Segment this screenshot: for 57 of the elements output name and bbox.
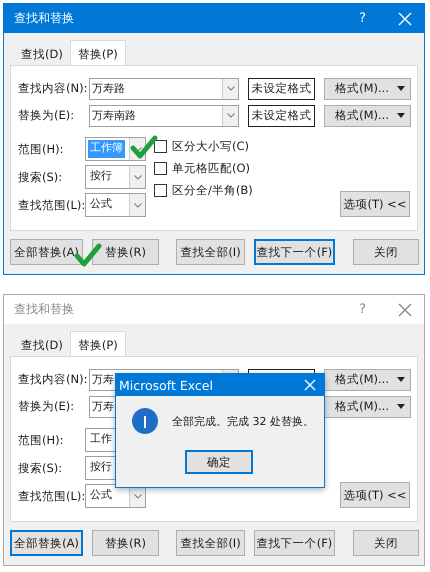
field-label: 查找内容(N):	[18, 372, 88, 387]
option-label: 搜索(S):	[18, 460, 64, 476]
help-button[interactable]: ?	[359, 302, 366, 317]
format-button[interactable]: 格式(M)...	[324, 104, 411, 126]
dialog-button[interactable]: 关闭	[353, 239, 419, 265]
chevron-down-icon[interactable]	[134, 494, 142, 498]
dialog-button[interactable]: 替换(R)	[92, 530, 159, 556]
checkbox[interactable]: 区分全/半角(B)	[154, 183, 253, 197]
format-preview: 未设定格式	[248, 104, 315, 126]
help-button[interactable]: ?	[359, 11, 366, 26]
dialog-button[interactable]: 查找全部(I)	[176, 530, 245, 556]
combo-box[interactable]: 公式	[85, 193, 146, 217]
tab[interactable]: 查找(D)	[14, 334, 70, 356]
dialog-button[interactable]: 查找全部(I)	[176, 239, 245, 265]
dialog-button[interactable]: 全部替换(A)	[10, 530, 83, 556]
message-title: Microsoft Excel	[119, 378, 213, 392]
format-button[interactable]: 格式(M)...	[324, 396, 411, 418]
chevron-down-icon[interactable]	[226, 86, 234, 91]
option-label: 范围(H):	[18, 142, 64, 156]
close-icon[interactable]	[398, 302, 412, 316]
window-title: 查找和替换	[14, 301, 75, 318]
chevron-down-icon[interactable]	[134, 174, 142, 180]
caret-icon	[397, 377, 405, 382]
window-title: 查找和替换	[14, 10, 75, 27]
checkbox[interactable]: 单元格匹配(O)	[154, 161, 253, 175]
caret-icon	[397, 113, 405, 118]
field-label: 查找内容(N):	[18, 81, 88, 96]
dialog-button[interactable]: 查找下一个(F)	[254, 530, 335, 556]
caret-icon	[397, 404, 405, 409]
dialog-button[interactable]: 查找下一个(F)	[254, 239, 335, 265]
tab[interactable]: 替换(P)	[70, 331, 126, 356]
options-button[interactable]: 选项(T) <<	[340, 191, 410, 217]
combo-box[interactable]: 公式	[85, 484, 146, 508]
format-button[interactable]: 格式(M)...	[324, 368, 411, 390]
chevron-down-icon[interactable]	[134, 202, 142, 208]
chevron-down-icon[interactable]	[226, 113, 234, 118]
format-preview: 未设定格式	[248, 78, 315, 100]
option-label: 搜索(S):	[18, 170, 64, 184]
options-button[interactable]: 选项(T) <<	[340, 482, 410, 508]
message-text: 全部完成。完成 32 处替换。	[172, 414, 314, 428]
option-label: 范围(H):	[18, 432, 64, 448]
info-icon	[132, 408, 158, 434]
tab[interactable]: 查找(D)	[14, 43, 70, 65]
tab[interactable]: 替换(P)	[70, 40, 126, 65]
combo-box[interactable]: 按行	[85, 165, 146, 189]
dialog-button[interactable]: 关闭	[353, 530, 419, 556]
combo-box[interactable]: 万寿南路	[89, 104, 239, 126]
ok-button[interactable]: 确定	[185, 450, 253, 474]
field-label: 替换为(E):	[18, 108, 76, 123]
checkbox[interactable]: 区分大小写(C)	[154, 139, 253, 153]
option-label: 查找范围(L):	[18, 488, 85, 504]
caret-icon	[397, 86, 405, 91]
field-label: 替换为(E):	[18, 399, 76, 414]
option-label: 查找范围(L):	[18, 198, 85, 212]
combo-box[interactable]: 万寿路	[89, 78, 239, 100]
dialog-button[interactable]: 替换(R)	[92, 239, 159, 265]
format-button[interactable]: 格式(M)...	[324, 78, 411, 100]
